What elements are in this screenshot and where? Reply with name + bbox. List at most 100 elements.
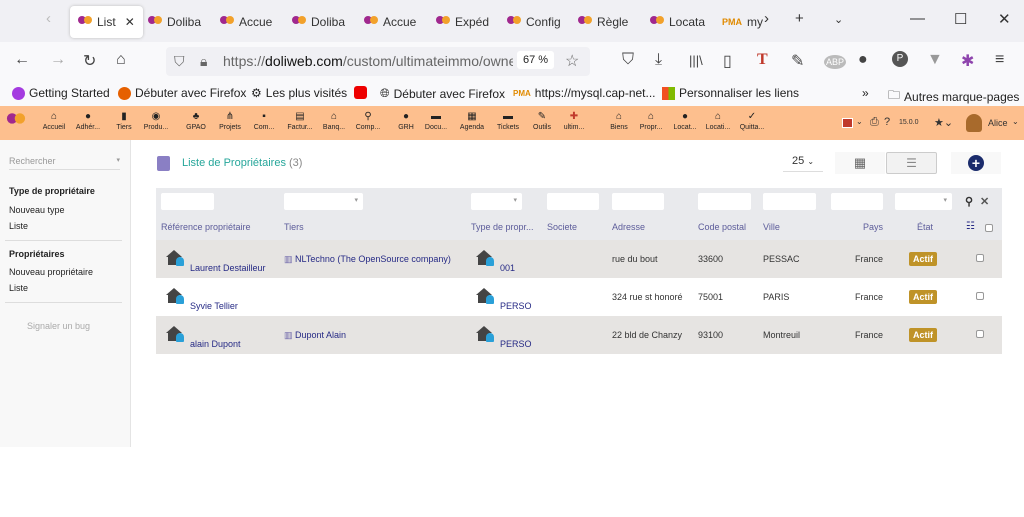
tiers-link[interactable]: ▥ Dupont Alain [284,330,346,341]
bookmark-youtube[interactable] [354,86,367,99]
owner-type-link[interactable]: 001 [500,263,515,273]
filter-type[interactable] [471,193,522,210]
sidebar-icon[interactable]: ▯ [723,51,732,71]
menu-item[interactable]: ▦ Agenda [454,109,490,131]
search-select[interactable]: Rechercher ▾ [9,156,120,170]
column-header-ref[interactable]: Référence propriétaire [161,222,251,232]
filter-etat[interactable] [895,193,952,210]
adblock-icon[interactable]: ABP [824,55,847,69]
back-icon[interactable]: ← [14,51,30,69]
menu-item[interactable]: ▬ Tickets [490,109,526,131]
sidebar-item-new-owner[interactable]: Nouveau propriétaire [9,267,93,277]
tiers-link[interactable]: ▥ NLTechno (The OpenSource company) [284,254,451,265]
browser-tab[interactable]: Locata [650,6,705,38]
library-icon[interactable]: |||\ [689,53,703,68]
shield-icon[interactable]: ⛉ [174,53,185,70]
row-checkbox[interactable] [976,330,984,338]
downloads-icon[interactable]: ⤓ [655,51,662,69]
forward-icon[interactable]: → [50,51,66,69]
menu-item[interactable]: ◉ Produ... [138,109,174,131]
bookmark-debuter-firefox-2[interactable]: 🌐︎ Débuter avec Firefox [380,86,505,101]
tab-scroll-right-icon[interactable]: › [764,10,769,27]
browser-tab[interactable]: PMA my [722,6,763,38]
browser-tab[interactable]: Expéd [436,6,489,38]
column-header-code-postal[interactable]: Code postal [698,222,746,232]
bookmark-personnaliser[interactable]: Personnaliser les liens [662,86,799,100]
avatar[interactable] [966,114,982,132]
browser-tab[interactable]: Doliba [292,6,345,38]
clear-filter-icon[interactable]: ✕ [980,195,989,208]
lock-icon[interactable]: 🔒︎ [200,53,207,70]
row-checkbox[interactable] [976,292,984,300]
row-checkbox[interactable] [976,254,984,262]
menu-item[interactable]: ⌂ Propr... [633,109,669,131]
menu-item[interactable]: ⌂ Banq... [316,109,352,131]
page-size-select[interactable]: 25 ⌄ [783,155,823,172]
sidebar-heading-owners[interactable]: Propriétaires [9,249,65,259]
close-tab-icon[interactable]: ✕ [125,15,135,29]
url-bar[interactable]: ⛉ 🔒︎ https://doliweb.com/custom/ultimate… [166,47,590,76]
column-header-tiers[interactable]: Tiers [284,222,304,232]
menu-item[interactable]: ✚ ultim... [556,109,592,131]
tab-scroll-left-icon[interactable]: ‹ [46,10,51,27]
extension-alert-icon[interactable]: ✱ [961,51,974,71]
bookmark-plus-visites[interactable]: ⚙ Les plus visités [251,86,347,100]
filter-tiers[interactable] [284,193,363,210]
sidebar-item-owner-list[interactable]: Liste [9,283,28,293]
filter-pays[interactable] [831,193,883,210]
owner-type-link[interactable]: PERSO [500,301,532,311]
home-icon[interactable]: ⌂ [116,51,126,69]
menu-item[interactable]: ▤ Factur... [282,109,318,131]
url-text[interactable]: https://doliweb.com/custom/ultimateimmo/… [223,53,513,69]
bookmarks-overflow-icon[interactable]: » [862,86,869,100]
browser-tab[interactable]: Config [507,6,561,38]
bookmark-star-icon[interactable]: ☆ [565,51,579,71]
browser-tab[interactable]: Accue [220,6,272,38]
extension-t-icon[interactable]: T [757,51,768,69]
dolibarr-logo[interactable] [6,113,26,129]
filter-code-postal[interactable] [698,193,751,210]
user-name[interactable]: Alice [988,118,1008,128]
bookmarks-star-icon[interactable]: ★⌄ [934,116,953,129]
bookmark-debuter-firefox[interactable]: Débuter avec Firefox [118,86,246,100]
owner-ref-link[interactable]: Syvie Tellier [190,301,238,311]
extension-v-icon[interactable]: ▼ [927,51,943,69]
other-bookmarks[interactable]: 🗀 Autres marque-pages [888,86,1019,107]
column-header-ville[interactable]: Ville [763,222,780,232]
list-tabs-icon[interactable]: ⌄ [834,13,843,26]
maximize-icon[interactable]: ☐ [954,10,967,28]
extension-p-icon[interactable]: P [892,51,908,67]
chevron-down-icon[interactable]: ⌄ [1012,117,1019,126]
search-icon[interactable]: ⚲ [965,195,973,208]
column-selector-icon[interactable]: ☷ [966,221,975,232]
kanban-view-button[interactable]: ▦ [835,152,885,174]
menu-item[interactable]: ✎ Outils [524,109,560,131]
menu-item[interactable]: ▮ Tiers [106,109,142,131]
browser-tab[interactable]: Doliba [148,6,201,38]
filter-adresse[interactable] [612,193,664,210]
sidebar-item-type-list[interactable]: Liste [9,221,28,231]
browser-tab-active[interactable]: List ✕ [70,6,143,38]
chevron-down-icon[interactable]: ⌄ [856,117,863,126]
filter-ref[interactable] [161,193,214,210]
minimize-icon[interactable]: — [910,10,925,27]
zoom-level[interactable]: 67 % [517,51,555,69]
close-window-icon[interactable]: ✕ [998,10,1011,28]
column-header-etat[interactable]: État [905,222,945,232]
browser-tab[interactable]: Règle [578,6,628,38]
browser-tab[interactable]: Accue [364,6,416,38]
new-tab-icon[interactable]: + [795,10,804,27]
column-header-adresse[interactable]: Adresse [612,222,645,232]
column-header-type[interactable]: Type de propr... [471,222,534,232]
bookmark-mysql[interactable]: PMA https://mysql.cap-net... [513,86,656,100]
help-icon[interactable]: ? [884,116,890,128]
menu-item[interactable]: ▪ Com... [246,109,282,131]
filter-societe[interactable] [547,193,599,210]
pocket-icon[interactable]: ⛉ [622,51,634,69]
report-bug-link[interactable]: Signaler un bug [27,321,90,331]
print-icon[interactable]: ⎙ [870,116,879,129]
menu-item[interactable]: ⌂ Biens [601,109,637,131]
new-owner-button[interactable]: + [951,152,1001,174]
sidebar-heading-owner-type[interactable]: Type de propriétaire [9,186,95,196]
sidebar-item-new-type[interactable]: Nouveau type [9,205,65,215]
